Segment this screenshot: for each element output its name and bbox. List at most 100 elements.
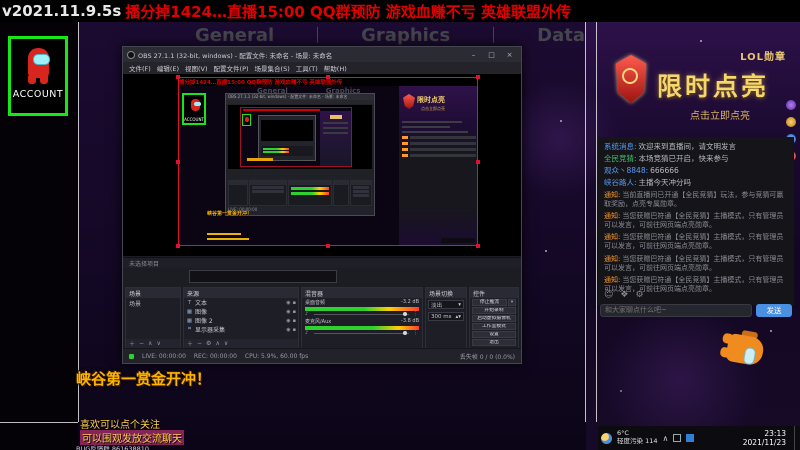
virtual-camera-button[interactable]: 启动虚拟摄像机 [472, 315, 516, 322]
mini-overlay-headline: 峡谷第一赏金开冲！ [207, 211, 253, 217]
obs-title-bar[interactable]: OBS 27.1.1 (32-bit, windows) - 配置文件: 未命名… [123, 47, 521, 62]
source-drag-handle[interactable] [326, 244, 330, 248]
promo-banner[interactable]: LOL勋章 限时点亮 点击立即点亮 [598, 45, 794, 137]
spinner-arrows-icon[interactable]: ▴▾ [455, 314, 461, 320]
streaming-dropdown-button[interactable]: ▾ [508, 299, 516, 306]
chat-username[interactable]: 峡谷路人: [604, 178, 637, 187]
medal-float-icon[interactable] [786, 117, 796, 127]
start-recording-button[interactable]: 开始录制 [472, 307, 516, 314]
transition-duration-spinner[interactable]: 300 ms ▴▾ [428, 312, 464, 321]
scene-down-button[interactable]: ∨ [156, 340, 160, 347]
mini-control-button [353, 194, 369, 197]
obs-window-title: OBS 27.1.1 (32-bit, windows) - 配置文件: 未命名… [138, 51, 333, 60]
source-down-button[interactable]: ∨ [224, 340, 228, 347]
source-drag-handle[interactable] [176, 160, 180, 164]
star-dot [560, 120, 562, 122]
tab-data[interactable]: Data [537, 25, 585, 46]
volume-slider[interactable]: ♪ ⋮ [305, 330, 419, 336]
menu-tools[interactable]: 工具(T) [293, 63, 321, 73]
lock-icon[interactable]: ▪ [293, 318, 296, 324]
chat-input[interactable] [600, 303, 752, 317]
obs-preview-area[interactable]: 播分掉1424…直播15:00 QQ群预防 游戏血赚不亏 英雄联盟外传 Gene… [123, 74, 521, 256]
gift-float-icon[interactable] [786, 100, 796, 110]
maximize-button[interactable]: □ [484, 51, 499, 59]
volume-slider[interactable]: ♪ ⋮ [305, 311, 419, 317]
column-divider-line [78, 22, 79, 422]
taskbar-clock[interactable]: 23:13 2021/11/23 [743, 429, 786, 448]
slider-knob[interactable] [403, 312, 407, 316]
add-source-button[interactable]: ＋ [187, 339, 193, 348]
source-drag-handle[interactable] [476, 160, 480, 164]
sources-filter-input[interactable] [189, 270, 337, 283]
menu-profile[interactable]: 配置文件(P) [211, 63, 252, 73]
show-desktop-button[interactable] [794, 426, 797, 450]
speaker-icon[interactable]: ♪ [305, 330, 308, 336]
source-up-button[interactable]: ∧ [215, 340, 219, 347]
column-divider-line [585, 22, 586, 422]
mini-volume-meter [291, 187, 329, 190]
tray-app-icon[interactable] [673, 434, 682, 442]
exit-button[interactable]: 退出 [472, 339, 516, 346]
channel-db-value: -3.2 dB [401, 299, 419, 305]
mini-account-label: ACCOUNT [184, 117, 204, 122]
settings-button[interactable]: 设置 [472, 331, 516, 338]
clock-date: 2021/11/23 [742, 438, 786, 447]
source-drag-handle[interactable] [176, 75, 180, 79]
weather-icon[interactable] [601, 432, 612, 444]
channel-options-icon[interactable]: ⋮ [413, 330, 418, 336]
source-row[interactable]: T 文本 ◉ ▪ [184, 298, 298, 308]
visibility-eye-icon[interactable]: ◉ [286, 318, 290, 324]
menu-help[interactable]: 帮助(H) [321, 63, 350, 73]
mini-promo-cta: 点击立即点亮 [421, 106, 445, 111]
source-drag-handle[interactable] [476, 244, 480, 248]
chat-username[interactable]: 观众丶8848: [604, 166, 648, 175]
tray-expand-icon[interactable]: ∧ [662, 434, 668, 443]
scene-list-item[interactable]: 场景 [126, 298, 180, 309]
menu-file[interactable]: 文件(F) [126, 63, 154, 73]
weather-widget[interactable]: 6°C 轻度污染 114 [617, 429, 657, 446]
visibility-eye-icon[interactable]: ◉ [286, 327, 290, 333]
scene-up-button[interactable]: ∧ [148, 340, 152, 347]
channel-options-icon[interactable]: ⋮ [413, 311, 418, 317]
danmu-settings-icon[interactable]: ⚙ [635, 290, 643, 300]
tab-general[interactable]: General [195, 25, 274, 46]
transition-dropdown[interactable]: 淡出 ▾ [428, 300, 464, 309]
tab-graphics[interactable]: Graphics [361, 25, 450, 46]
remove-scene-button[interactable]: − [139, 340, 144, 347]
emote-icon[interactable]: ☺ [604, 290, 613, 300]
speaker-icon[interactable]: ♪ [305, 311, 308, 317]
gift-icon[interactable]: ❖ [620, 290, 628, 300]
chat-username[interactable]: 全民竞猜: [604, 154, 637, 163]
source-drag-handle[interactable] [476, 75, 480, 79]
promo-cta-button[interactable]: 点击立即点亮 [690, 107, 750, 122]
studio-mode-button[interactable]: 工作室模式 [472, 323, 516, 330]
close-button[interactable]: × [502, 51, 517, 59]
source-row[interactable]: ⌗ 显示器采集 ◉ ▪ [184, 325, 298, 334]
tray-message-icon[interactable] [686, 434, 695, 442]
source-properties-button[interactable]: ⚙ [206, 340, 211, 347]
visibility-eye-icon[interactable]: ◉ [286, 309, 290, 315]
menu-view[interactable]: 视图(V) [182, 63, 211, 73]
captured-desktop-source[interactable]: 播分掉1424…直播15:00 QQ群预防 游戏血赚不亏 英雄联盟外传 Gene… [178, 77, 478, 246]
lock-icon[interactable]: ▪ [293, 327, 296, 333]
menu-edit[interactable]: 编辑(E) [154, 63, 182, 73]
chat-username[interactable]: 系统消息: [604, 142, 637, 151]
mini-notice [402, 154, 476, 157]
source-row[interactable]: ▦ 图像 2 ◉ ▪ [184, 316, 298, 326]
source-drag-handle[interactable] [326, 75, 330, 79]
add-scene-button[interactable]: ＋ [129, 339, 135, 348]
slider-knob[interactable] [403, 331, 407, 335]
source-row[interactable]: ▦ 图像 ◉ ▪ [184, 307, 298, 317]
account-desktop-icon[interactable]: ACCOUNT [8, 36, 68, 116]
lock-icon[interactable]: ▪ [293, 309, 296, 315]
source-drag-handle[interactable] [176, 244, 180, 248]
mini-notice-text [410, 136, 476, 139]
lock-icon[interactable]: ▪ [293, 300, 296, 306]
obs-window[interactable]: OBS 27.1.1 (32-bit, windows) - 配置文件: 未命名… [122, 46, 522, 364]
menu-scene-collection[interactable]: 场景集合(S) [252, 63, 293, 73]
remove-source-button[interactable]: − [197, 340, 202, 347]
visibility-eye-icon[interactable]: ◉ [286, 300, 290, 306]
stop-streaming-button[interactable]: 停止推流 [472, 299, 507, 306]
minimize-button[interactable]: – [466, 51, 481, 59]
send-button[interactable]: 发送 [756, 303, 792, 317]
